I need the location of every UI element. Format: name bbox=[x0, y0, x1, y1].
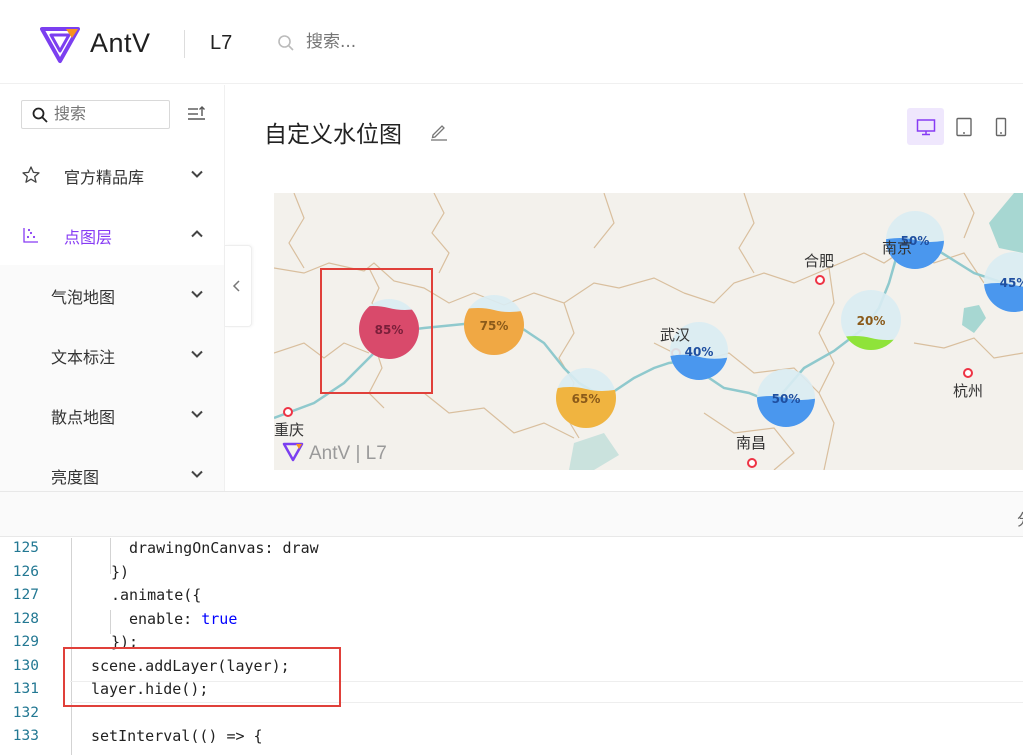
sidebar-subitem-scatter-map[interactable]: 散点地图 bbox=[0, 385, 224, 445]
watermark-text: AntV | L7 bbox=[309, 443, 387, 464]
product-name[interactable]: L7 bbox=[210, 32, 232, 55]
line-number: 129 bbox=[12, 634, 39, 650]
desktop-icon bbox=[916, 119, 936, 136]
highlight-box-gauge bbox=[320, 268, 433, 394]
water-gauge[interactable]: 20% bbox=[837, 290, 905, 352]
sidebar-item-label: 官方精品库 bbox=[64, 168, 145, 187]
city-label: 武汉 bbox=[660, 326, 690, 344]
code-text: }) bbox=[111, 562, 130, 581]
sidebar-subitem-label: 散点地图 bbox=[51, 408, 116, 427]
desktop-view-button[interactable] bbox=[907, 108, 944, 145]
scatter-chart-icon bbox=[23, 228, 38, 243]
water-gauge[interactable]: 75% bbox=[460, 295, 528, 357]
sidebar-collapse-button[interactable] bbox=[225, 245, 252, 327]
sidebar-subitem-label: 文本标注 bbox=[51, 348, 116, 367]
sidebar-item-point-layer[interactable]: 点图层 bbox=[0, 205, 224, 265]
code-line: 133 setInterval(() => { bbox=[0, 726, 1023, 750]
sidebar-subitem-bubble-map[interactable]: 气泡地图 bbox=[0, 265, 224, 325]
page-title: 自定义水位图 bbox=[264, 122, 402, 148]
tablet-icon bbox=[956, 117, 972, 137]
city-label: 南京 bbox=[882, 239, 912, 257]
water-gauge[interactable]: 50% bbox=[753, 369, 819, 429]
chevron-down-icon bbox=[191, 410, 203, 418]
chevron-up-icon bbox=[191, 230, 203, 238]
line-number: 130 bbox=[12, 657, 39, 674]
city-label: 南昌 bbox=[736, 434, 766, 452]
mobile-view-button[interactable] bbox=[982, 108, 1019, 145]
top-header: AntV L7 bbox=[0, 0, 1023, 84]
city-label: 合肥 bbox=[804, 252, 834, 270]
line-number: 125 bbox=[12, 540, 39, 556]
map-watermark: AntV | L7 bbox=[282, 442, 387, 464]
lake-shape bbox=[989, 193, 1023, 253]
sidebar: 官方精品库 点图层 气泡地图 文本标注 散点地图 bbox=[0, 85, 225, 491]
sidebar-subitem-brightness-map[interactable]: 亮度图 bbox=[0, 445, 224, 491]
line-number: 127 bbox=[12, 587, 39, 603]
editor-toolbar: 分 bbox=[0, 491, 1023, 537]
chevron-down-icon bbox=[191, 350, 203, 358]
gauge-label: 75% bbox=[480, 319, 509, 333]
sidebar-subitem-text-label[interactable]: 文本标注 bbox=[0, 325, 224, 385]
water-gauge[interactable]: 65% bbox=[552, 368, 620, 430]
code-text: enable: true bbox=[129, 610, 237, 628]
search-icon bbox=[32, 107, 48, 123]
line-number: 132 bbox=[12, 704, 39, 721]
city-label: 重庆 bbox=[274, 421, 304, 439]
sidebar-item-official-library[interactable]: 官方精品库 bbox=[0, 145, 224, 205]
gauge-label: 45% bbox=[1000, 276, 1023, 290]
gauge-label: 20% bbox=[857, 314, 886, 328]
sort-icon[interactable] bbox=[187, 105, 207, 123]
star-icon bbox=[22, 166, 40, 183]
code-line: 125 drawingOnCanvas: draw bbox=[0, 538, 1023, 562]
code-text: setInterval(() => { bbox=[91, 727, 263, 745]
chevron-down-icon bbox=[191, 170, 203, 178]
sidebar-subitem-label: 亮度图 bbox=[51, 468, 100, 487]
mobile-icon bbox=[995, 117, 1007, 137]
toolbar-glyph[interactable]: 分 bbox=[1017, 506, 1023, 530]
code-text: .animate({ bbox=[111, 586, 202, 604]
sidebar-search[interactable] bbox=[21, 100, 170, 129]
header-search-input[interactable] bbox=[306, 32, 506, 52]
code-text: drawingOnCanvas: draw bbox=[129, 539, 319, 557]
highlight-box-code bbox=[63, 647, 341, 707]
line-number: 128 bbox=[12, 610, 39, 627]
tablet-view-button[interactable] bbox=[945, 108, 982, 145]
code-line: 128 enable: true bbox=[0, 609, 1023, 633]
edit-icon[interactable] bbox=[429, 121, 449, 141]
water-level-gauges[interactable]: 85%75%65%40%50%20%50%45% bbox=[355, 211, 1023, 430]
search-icon bbox=[278, 35, 294, 51]
city-label: 杭州 bbox=[953, 382, 983, 400]
gauge-label: 40% bbox=[685, 345, 714, 359]
code-line: 126 }) bbox=[0, 562, 1023, 586]
code-keyword: true bbox=[201, 609, 238, 628]
header-divider bbox=[184, 30, 185, 58]
gauge-label: 50% bbox=[772, 392, 801, 406]
line-number: 131 bbox=[12, 681, 39, 697]
gauge-fill bbox=[841, 336, 901, 350]
line-number: 133 bbox=[12, 728, 39, 744]
antv-logo-icon[interactable] bbox=[40, 26, 80, 64]
code-key: enable: bbox=[129, 609, 202, 628]
chevron-down-icon bbox=[191, 290, 203, 298]
water-gauge[interactable]: 45% bbox=[980, 252, 1023, 314]
chevron-down-icon bbox=[191, 470, 203, 478]
sidebar-subitem-label: 气泡地图 bbox=[51, 288, 116, 307]
gauge-label: 65% bbox=[572, 392, 601, 406]
chevron-left-icon bbox=[232, 280, 240, 292]
sidebar-search-input[interactable] bbox=[54, 104, 164, 123]
code-line: 127 .animate({ bbox=[0, 585, 1023, 609]
lake-shape bbox=[962, 305, 986, 333]
lake-shape bbox=[569, 433, 619, 470]
line-number: 126 bbox=[12, 563, 39, 580]
sidebar-item-label: 点图层 bbox=[64, 228, 113, 247]
brand-name[interactable]: AntV bbox=[90, 28, 151, 59]
